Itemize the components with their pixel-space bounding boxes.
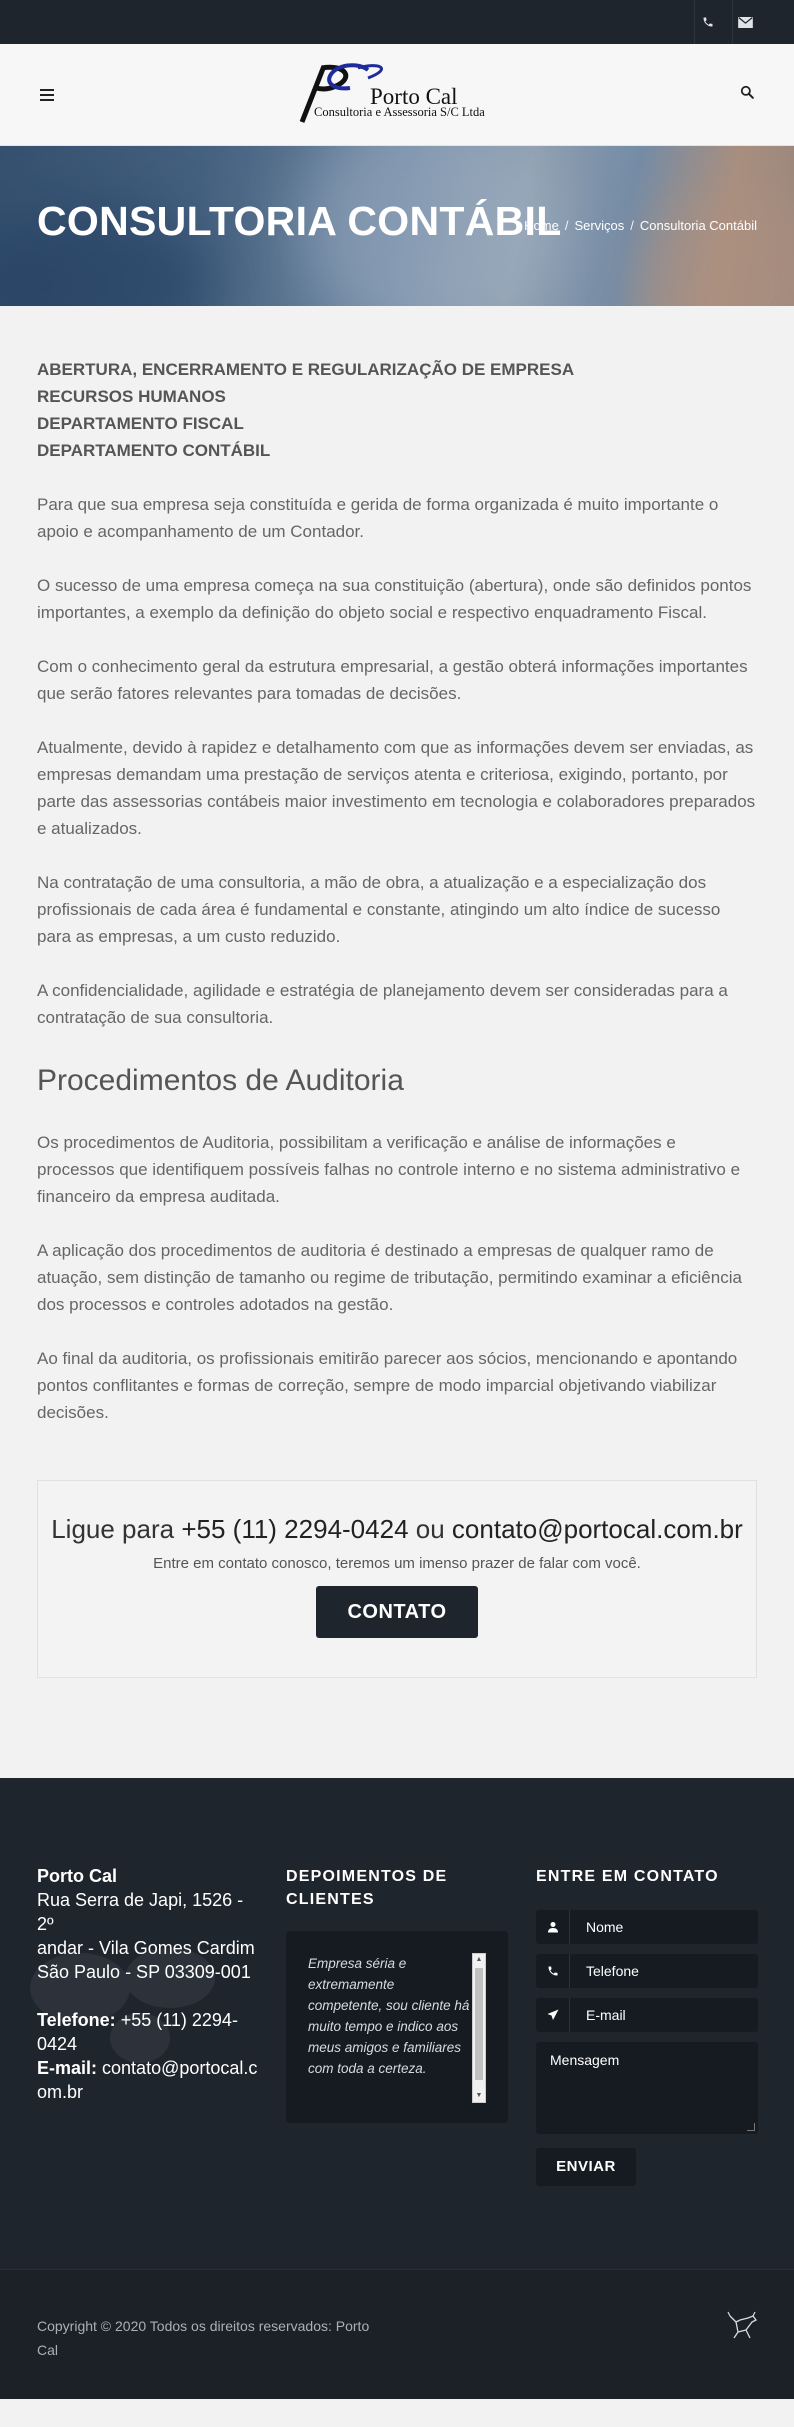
paragraph: Ao final da auditoria, os profissionais … [37, 1349, 738, 1422]
logo[interactable]: Porto Cal Consultoria e Assessoria S/C L… [298, 62, 498, 128]
footer-company-name: Porto Cal [37, 1866, 118, 1886]
user-icon [536, 1910, 570, 1944]
paragraph: Com o conhecimento geral da estrutura em… [37, 657, 748, 703]
phone-field[interactable]: Telefone [536, 1954, 758, 1988]
paragraph: A confidencialidade, agilidade e estraté… [37, 981, 728, 1027]
footer-address-column: Porto Cal Rua Serra de Japi, 1526 - 2º a… [37, 1864, 262, 2104]
send-button[interactable]: ENVIAR [536, 2148, 636, 2186]
audit-heading: Procedimentos de Auditoria [37, 1064, 404, 1097]
footer-address-line: Rua Serra de Japi, 1526 - 2º [37, 1890, 244, 1934]
top-bar-icons [682, 0, 758, 44]
footer-address-line: São Paulo - SP 03309-001 [37, 1962, 251, 1982]
paragraph: Para que sua empresa seja constituída e … [37, 495, 719, 541]
paragraph: Na contratação de uma consultoria, a mão… [37, 873, 721, 946]
breadcrumb: Home / Serviços / Consultoria Contábil [524, 218, 757, 233]
name-field[interactable]: Nome [536, 1910, 758, 1944]
callout-headline: Ligue para +55 (11) 2294-0424 ou contato… [38, 1481, 756, 1545]
phone-icon[interactable] [694, 0, 720, 44]
email-field[interactable]: E-mail [536, 1998, 758, 2032]
top-bar [0, 0, 794, 44]
copyright-text: Copyright © 2020 Todos os direitos reser… [37, 2318, 370, 2358]
paragraph: A aplicação dos procedimentos de auditor… [37, 1241, 742, 1314]
scroll-down-icon[interactable]: ▼ [473, 2090, 485, 2102]
main-content: ABERTURA, ENCERRAMENTO E REGULARIZAÇÃO D… [0, 306, 794, 1778]
callout-subtitle: Entre em contato conosco, teremos um ime… [153, 1555, 641, 1572]
mail-icon[interactable] [732, 0, 758, 44]
email-placeholder: E-mail [586, 2007, 626, 2023]
testimonial-text: Empresa séria e extremamente competente,… [308, 1956, 470, 2076]
breadcrumb-separator: / [564, 218, 569, 233]
service-item: RECURSOS HUMANOS [37, 387, 226, 406]
page-title: CONSULTORIA CONTÁBIL [37, 198, 562, 244]
search-icon[interactable] [740, 85, 754, 104]
footer-email: E-mail: contato@portocal.com.br [37, 2056, 262, 2104]
service-item: ABERTURA, ENCERRAMENTO E REGULARIZAÇÃO D… [37, 360, 575, 379]
site-header: Porto Cal Consultoria e Assessoria S/C L… [0, 44, 794, 146]
footer-phone: Telefone: +55 (11) 2294-0424 [37, 2008, 262, 2056]
breadcrumb-separator: / [630, 218, 634, 233]
paragraph: Os procedimentos de Auditoria, possibili… [37, 1133, 741, 1206]
logo-subtitle: Consultoria e Assessoria S/C Ltda [314, 105, 485, 119]
callout-prefix: Ligue para [51, 1514, 175, 1544]
footer-address-line: andar - Vila Gomes Cardim [37, 1938, 255, 1958]
callout-phone-link[interactable]: +55 (11) 2294-0424 [181, 1514, 408, 1544]
contact-button[interactable]: CONTATO [316, 1586, 478, 1638]
footer-contact-form: ENTRE EM CONTATO Nome Telefone E-mail Me… [536, 1865, 758, 2186]
contact-form-heading: ENTRE EM CONTATO [536, 1868, 719, 1885]
services-list: ABERTURA, ENCERRAMENTO E REGULARIZAÇÃO D… [37, 356, 757, 464]
paragraph: O sucesso de uma empresa começa na sua c… [37, 576, 752, 622]
footer-testimonials-column: DEPOIMENTOS DE CLIENTES Empresa séria e … [286, 1865, 508, 2123]
dog-logo-icon[interactable] [726, 2310, 758, 2345]
name-placeholder: Nome [586, 1919, 624, 1935]
service-item: DEPARTAMENTO FISCAL [37, 414, 244, 433]
callout-or: ou [415, 1514, 445, 1544]
phone-icon [536, 1954, 570, 1988]
paragraph: Atualmente, devido à rapidez e detalhame… [37, 738, 756, 838]
footer: Porto Cal Rua Serra de Japi, 1526 - 2º a… [0, 1778, 794, 2269]
scroll-up-icon[interactable]: ▲ [473, 1954, 485, 1966]
message-textarea[interactable]: Mensagem [536, 2042, 758, 2134]
breadcrumb-home[interactable]: Home [524, 218, 559, 233]
message-placeholder: Mensagem [550, 2052, 620, 2068]
testimonial-scrollbar[interactable]: ▲ ▼ [472, 1953, 486, 2103]
send-icon [536, 1998, 570, 2032]
resize-handle-icon[interactable] [747, 2123, 755, 2131]
testimonial-box[interactable]: Empresa séria e extremamente competente,… [286, 1931, 508, 2123]
breadcrumb-servicos[interactable]: Serviços [574, 218, 624, 233]
service-item: DEPARTAMENTO CONTÁBIL [37, 441, 271, 460]
contact-callout: Ligue para +55 (11) 2294-0424 ou contato… [37, 1480, 757, 1678]
callout-email-link[interactable]: contato@portocal.com.br [452, 1514, 743, 1544]
footer-email-label: E-mail: [37, 2058, 98, 2078]
page-title-banner: CONSULTORIA CONTÁBIL Home / Serviços / C… [0, 146, 794, 306]
hamburger-icon[interactable] [40, 89, 54, 104]
bottom-bar: Copyright © 2020 Todos os direitos reser… [0, 2269, 794, 2399]
breadcrumb-current: Consultoria Contábil [639, 218, 757, 233]
footer-phone-label: Telefone: [37, 2010, 116, 2030]
testimonials-heading: DEPOIMENTOS DE CLIENTES [286, 1868, 448, 1908]
phone-placeholder: Telefone [586, 1963, 639, 1979]
